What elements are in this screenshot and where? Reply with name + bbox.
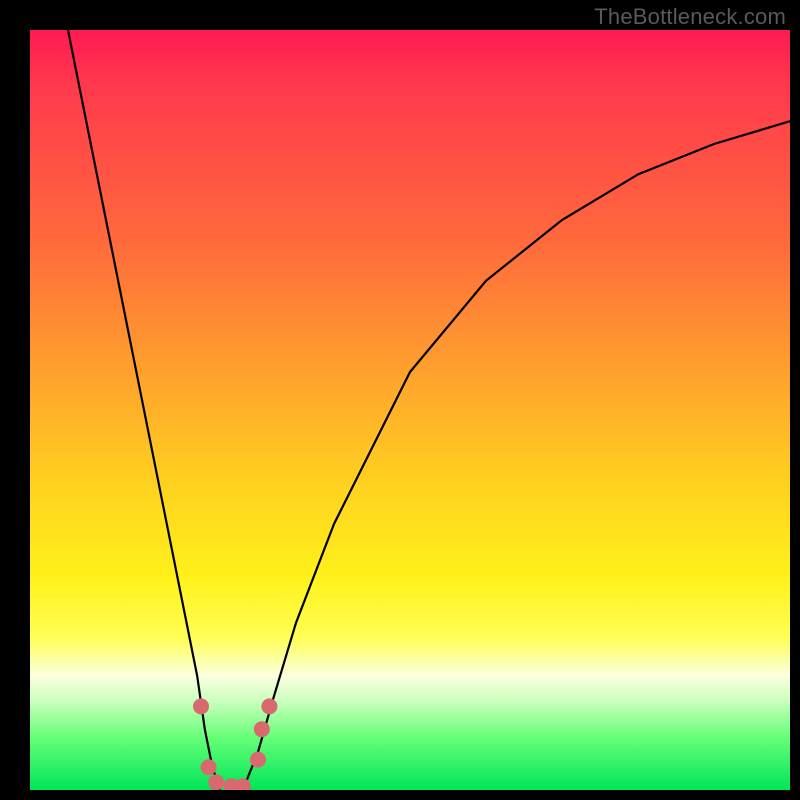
highlight-dots bbox=[193, 698, 277, 790]
highlight-dot bbox=[193, 698, 209, 714]
plot-area bbox=[30, 30, 790, 790]
curve-layer bbox=[30, 30, 790, 790]
chart-frame: TheBottleneck.com bbox=[0, 0, 800, 800]
curve-left-branch bbox=[68, 30, 220, 790]
watermark-text: TheBottleneck.com bbox=[594, 4, 786, 30]
highlight-dot bbox=[254, 721, 270, 737]
highlight-dot bbox=[235, 778, 251, 790]
highlight-dot bbox=[250, 752, 266, 768]
curve-right-branch bbox=[243, 121, 790, 790]
highlight-dot bbox=[261, 698, 277, 714]
highlight-dot bbox=[208, 774, 224, 790]
highlight-dot bbox=[201, 759, 217, 775]
